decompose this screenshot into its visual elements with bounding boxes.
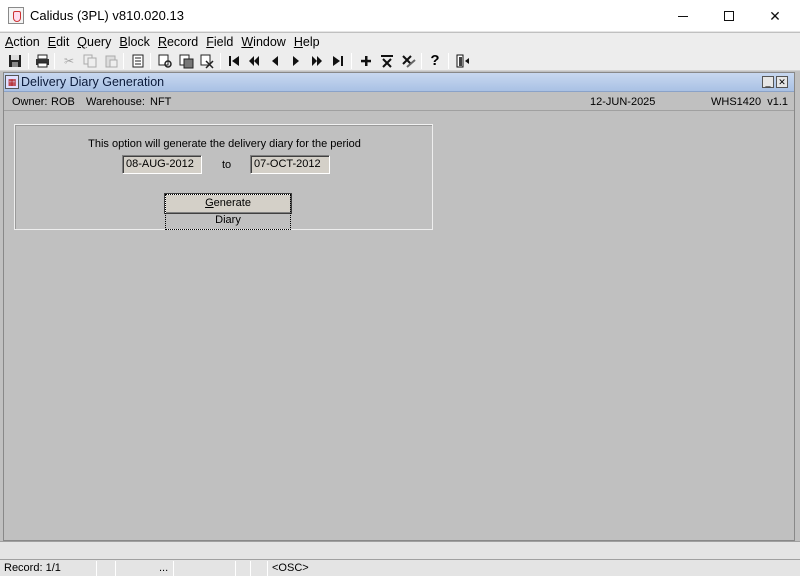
warehouse-label: Warehouse: xyxy=(86,96,145,108)
minimize-icon xyxy=(678,15,688,17)
status-separator xyxy=(115,561,116,576)
enter-query-icon[interactable] xyxy=(157,53,173,69)
record-count: Record: 1/1 xyxy=(4,562,61,574)
exit-icon[interactable] xyxy=(455,53,471,69)
owner-label: Owner: xyxy=(12,96,48,108)
status-separator xyxy=(267,561,268,576)
diary-panel: This option will generate the delivery d… xyxy=(14,124,433,230)
form-titlebar: ▦ Delivery Diary Generation _ ✕ xyxy=(4,73,794,92)
menu-label: Action xyxy=(5,35,40,49)
toolbar-separator xyxy=(220,53,221,69)
hint-bar xyxy=(0,541,800,559)
close-icon: ✕ xyxy=(769,7,781,24)
toolbar-separator xyxy=(421,53,422,69)
help-icon[interactable]: ? xyxy=(427,53,443,69)
window-titlebar: Calidus (3PL) v810.020.13 ✕ xyxy=(0,0,800,32)
menu-block[interactable]: Block xyxy=(114,33,153,51)
form-icon: ▦ xyxy=(5,75,19,89)
form-close-button[interactable]: ✕ xyxy=(776,76,788,88)
next-record-icon[interactable] xyxy=(288,53,304,69)
save-icon[interactable] xyxy=(7,53,23,69)
toolbar-separator xyxy=(28,53,29,69)
previous-block-icon[interactable] xyxy=(246,53,262,69)
clear-record-icon[interactable] xyxy=(400,53,416,69)
generate-diary-label: Generate Diary xyxy=(165,194,291,230)
toolbar-separator xyxy=(448,53,449,69)
menu-edit[interactable]: Edit xyxy=(43,33,73,51)
form-minimize-button[interactable]: _ xyxy=(762,76,774,88)
from-date-field[interactable]: 08-AUG-2012 xyxy=(122,155,202,174)
warehouse-value: NFT xyxy=(150,96,172,108)
toolbar-separator xyxy=(123,53,124,69)
window-title: Calidus (3PL) v810.020.13 xyxy=(30,8,184,23)
status-ellipsis: ... xyxy=(159,562,169,574)
status-separator xyxy=(173,561,174,576)
menu-label: Field xyxy=(206,35,234,49)
paste-icon[interactable] xyxy=(103,53,119,69)
close-icon: ✕ xyxy=(778,77,786,87)
form-window: ▦ Delivery Diary Generation _ ✕ Owner: R… xyxy=(3,72,795,541)
to-label: to xyxy=(222,159,232,171)
menu-query[interactable]: Query xyxy=(72,33,114,51)
maximize-button[interactable] xyxy=(706,0,752,32)
status-separator xyxy=(235,561,236,576)
previous-record-icon[interactable] xyxy=(267,53,283,69)
status-separator xyxy=(250,561,251,576)
owner-value: ROB xyxy=(51,96,75,108)
maximize-icon xyxy=(724,11,734,21)
first-record-icon[interactable] xyxy=(226,53,242,69)
minimize-icon: _ xyxy=(765,77,771,87)
form-id: WHS1420 v1.1 xyxy=(711,96,789,108)
status-mode: <OSC> xyxy=(272,562,309,574)
delete-record-icon[interactable] xyxy=(379,53,395,69)
period-message: This option will generate the delivery d… xyxy=(88,138,361,150)
menu-record[interactable]: Record xyxy=(153,33,201,51)
next-block-icon[interactable] xyxy=(309,53,325,69)
minimize-button[interactable] xyxy=(660,0,706,32)
menu-label: Record xyxy=(157,35,199,49)
toolbar-separator xyxy=(150,53,151,69)
copy-icon[interactable] xyxy=(82,53,98,69)
status-bar: Record: 1/1 ... <OSC> xyxy=(0,559,800,576)
menu-action[interactable]: Action xyxy=(0,33,43,51)
generate-diary-button[interactable]: Generate Diary xyxy=(164,193,292,230)
menu-field[interactable]: Field xyxy=(201,33,236,51)
last-record-icon[interactable] xyxy=(330,53,346,69)
cancel-query-icon[interactable] xyxy=(199,53,215,69)
menubar: Action Edit Query Block Record Field Win… xyxy=(0,33,800,51)
execute-query-icon[interactable] xyxy=(178,53,194,69)
menu-label: Query xyxy=(77,35,112,49)
toolbar: ✂ ? xyxy=(0,51,800,71)
insert-record-icon[interactable] xyxy=(358,53,374,69)
menu-help[interactable]: Help xyxy=(289,33,323,51)
form-infobar: Owner: ROB Warehouse: NFT 12-JUN-2025 WH… xyxy=(4,93,794,111)
print-icon[interactable] xyxy=(34,53,50,69)
list-icon[interactable] xyxy=(130,53,146,69)
form-title: Delivery Diary Generation xyxy=(21,75,165,89)
menu-label: Help xyxy=(293,35,320,49)
menu-label: Window xyxy=(241,35,286,49)
java-app-icon xyxy=(8,7,24,24)
menu-window[interactable]: Window xyxy=(236,33,288,51)
menu-label: Block xyxy=(119,35,150,49)
close-button[interactable]: ✕ xyxy=(752,0,798,32)
status-separator xyxy=(96,561,97,576)
cut-icon[interactable]: ✂ xyxy=(61,53,77,69)
current-date: 12-JUN-2025 xyxy=(590,96,656,108)
toolbar-separator xyxy=(54,53,55,69)
menu-label: Edit xyxy=(47,35,70,49)
toolbar-separator xyxy=(351,53,352,69)
to-date-field[interactable]: 07-OCT-2012 xyxy=(250,155,330,174)
